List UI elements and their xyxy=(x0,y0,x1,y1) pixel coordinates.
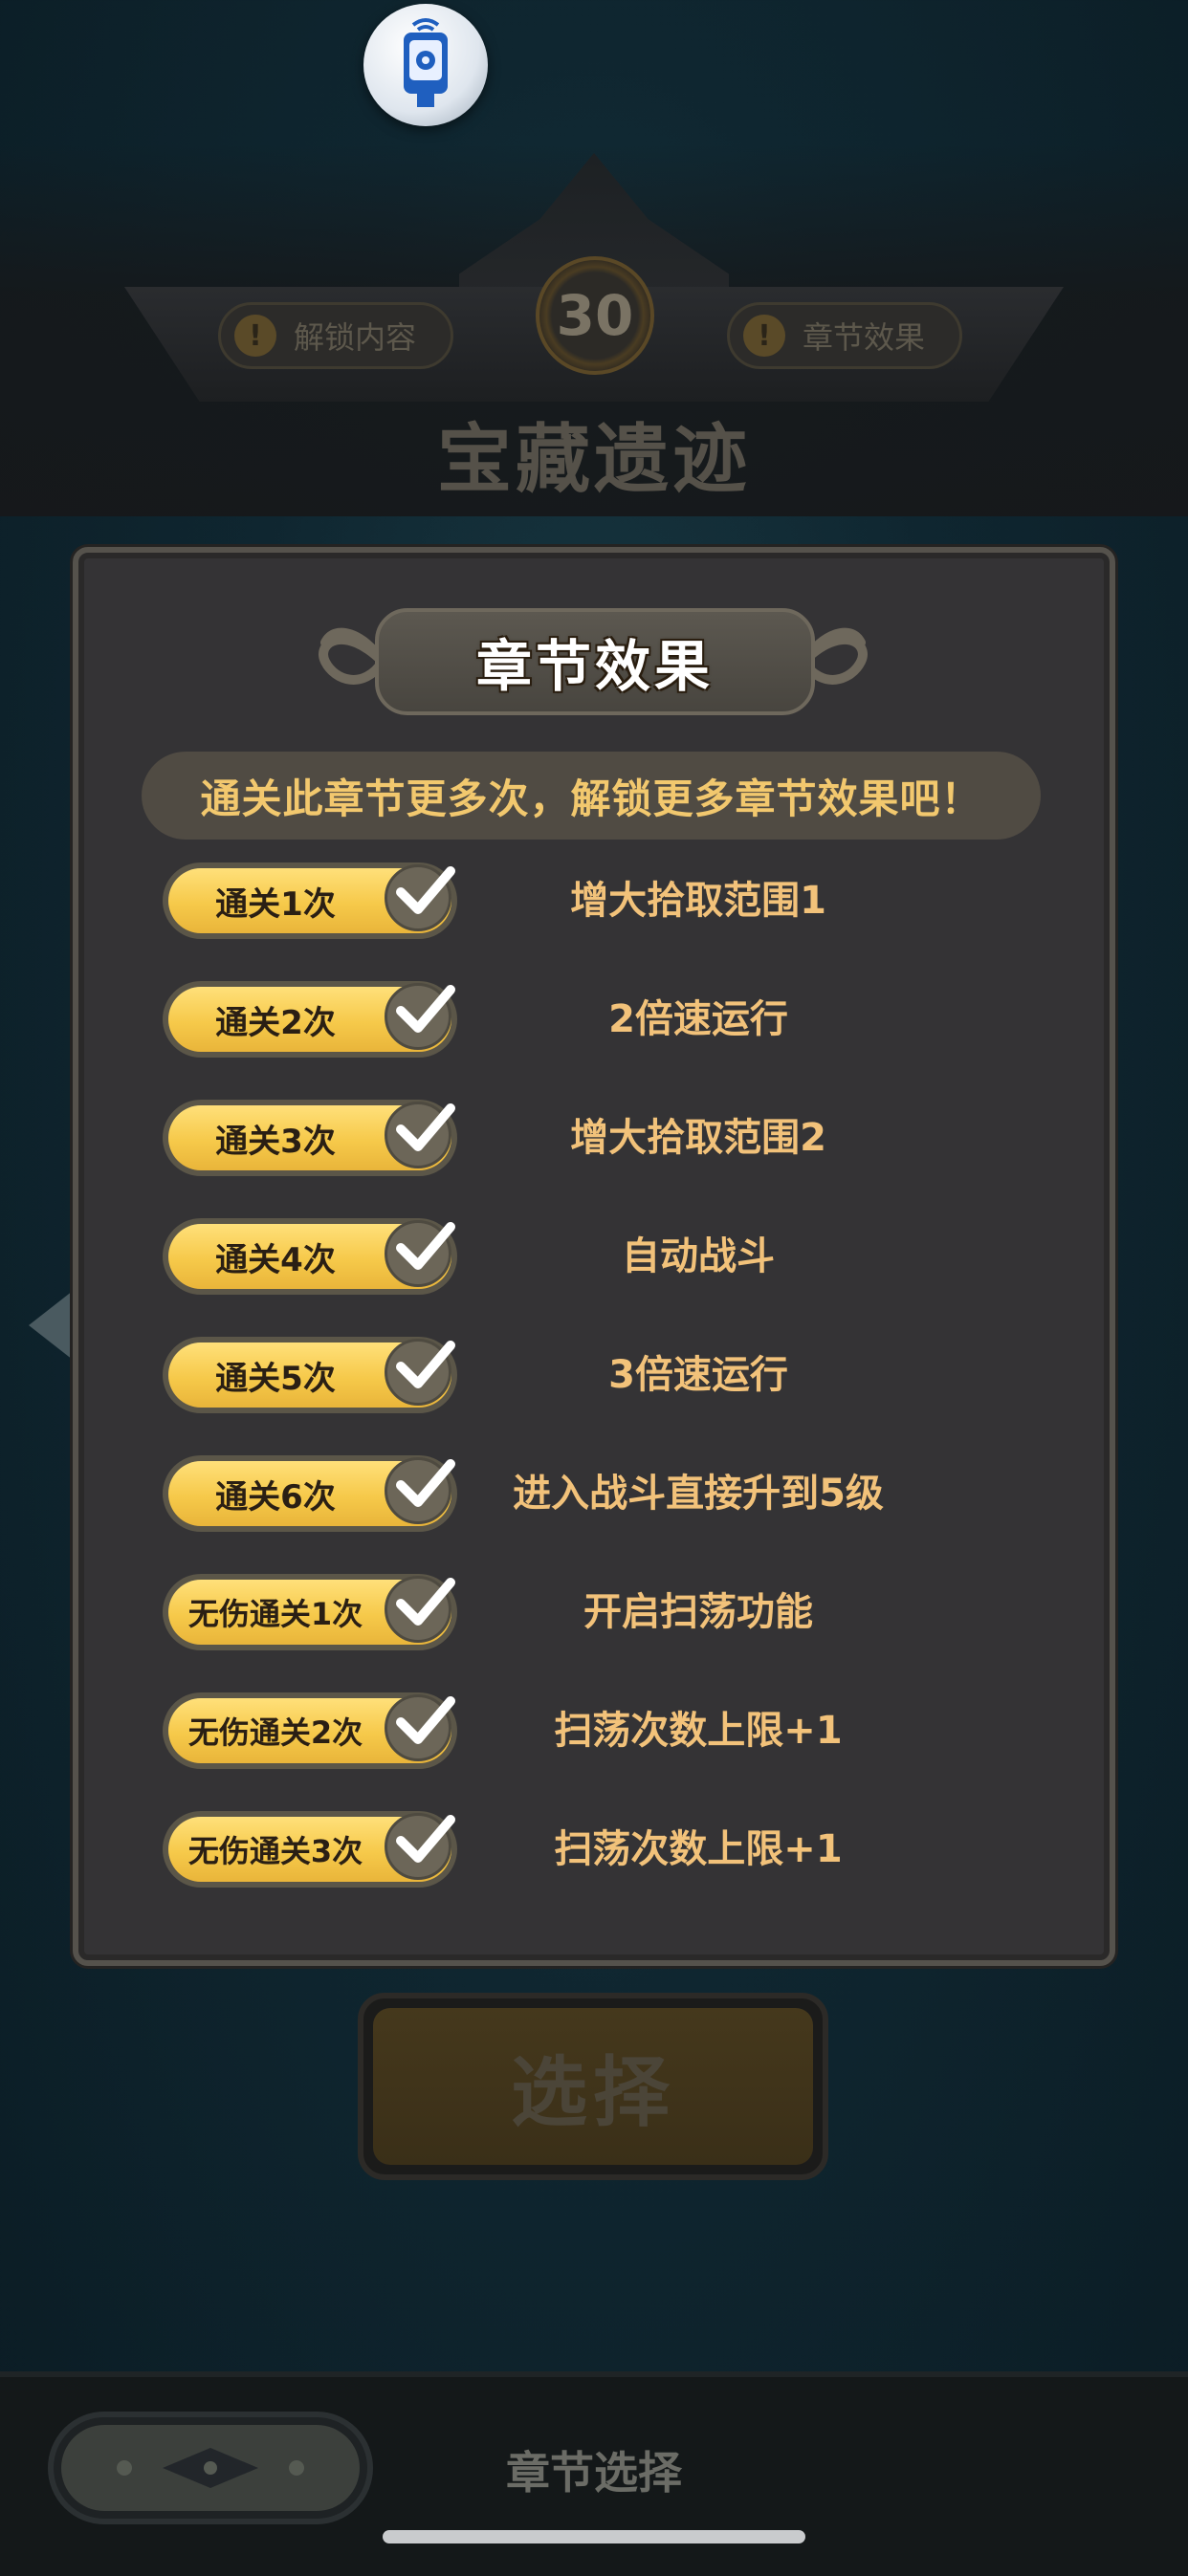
warning-icon: ! xyxy=(743,315,785,357)
checkmark-icon xyxy=(385,1576,455,1643)
checkmark-icon xyxy=(385,1220,455,1287)
chapter-select-label: 章节选择 xyxy=(506,2447,682,2499)
checkmark-icon xyxy=(385,1694,455,1761)
effect-text: 扫荡次数上限+1 xyxy=(554,1709,843,1753)
level-number: 30 xyxy=(556,283,634,348)
requirement-pill: 通关5次 xyxy=(163,1337,457,1413)
requirement-text: 通关2次 xyxy=(215,1003,336,1042)
chapter-effect-label: 章节效果 xyxy=(803,319,926,356)
home-indicator[interactable] xyxy=(383,2530,805,2543)
effect-text: 扫荡次数上限+1 xyxy=(554,1827,843,1871)
effect-row: 通关6次 进入战斗直接升到5级 xyxy=(0,1455,1188,1532)
effect-text: 2倍速运行 xyxy=(608,997,788,1041)
effect-text: 进入战斗直接升到5级 xyxy=(513,1472,884,1516)
requirement-pill: 通关4次 xyxy=(163,1218,457,1295)
effect-text: 3倍速运行 xyxy=(608,1353,788,1397)
effect-row: 通关5次 3倍速运行 xyxy=(0,1337,1188,1413)
chapter-effect-button[interactable]: ! 章节效果 xyxy=(727,302,962,369)
requirement-pill: 通关6次 xyxy=(163,1455,457,1532)
hint-text: 通关此章节更多次，解锁更多章节效果吧！ xyxy=(200,775,982,822)
requirement-pill: 通关3次 xyxy=(163,1100,457,1176)
effect-row: 通关4次 自动战斗 xyxy=(0,1218,1188,1295)
effect-row: 通关2次 2倍速运行 xyxy=(0,981,1188,1058)
unlock-content-label: 解锁内容 xyxy=(294,319,417,356)
effect-row: 无伤通关3次 扫荡次数上限+1 xyxy=(0,1811,1188,1888)
requirement-text: 通关6次 xyxy=(215,1477,336,1517)
checkmark-icon xyxy=(385,864,455,931)
requirement-pill: 通关2次 xyxy=(163,981,457,1058)
requirement-text: 通关4次 xyxy=(215,1240,336,1279)
hint-bar: 通关此章节更多次，解锁更多章节效果吧！ xyxy=(142,752,1041,840)
effect-row: 无伤通关1次 开启扫荡功能 xyxy=(0,1574,1188,1650)
effect-text: 开启扫荡功能 xyxy=(583,1590,813,1634)
panel-title: 章节效果 xyxy=(475,634,714,699)
requirement-text: 通关1次 xyxy=(215,884,336,924)
requirement-text: 通关5次 xyxy=(215,1359,336,1398)
floating-app-icon[interactable] xyxy=(363,4,488,126)
requirement-text: 无伤通关1次 xyxy=(187,1596,363,1632)
select-button[interactable]: 选择 xyxy=(358,1993,828,2180)
requirement-pill: 无伤通关2次 xyxy=(163,1692,457,1769)
requirement-text: 无伤通关3次 xyxy=(187,1833,363,1869)
requirement-text: 无伤通关2次 xyxy=(187,1714,363,1751)
checkmark-icon xyxy=(385,1339,455,1406)
unlock-content-button[interactable]: ! 解锁内容 xyxy=(218,302,453,369)
checkmark-icon xyxy=(385,1102,455,1168)
effect-row: 通关1次 增大拾取范围1 xyxy=(0,862,1188,939)
effect-row: 无伤通关2次 扫荡次数上限+1 xyxy=(0,1692,1188,1769)
checkmark-icon xyxy=(385,983,455,1050)
requirement-pill: 无伤通关3次 xyxy=(163,1811,457,1888)
checkmark-icon xyxy=(385,1457,455,1524)
chapter-name: 宝藏遗迹 xyxy=(436,417,751,503)
effect-text: 自动战斗 xyxy=(622,1234,775,1278)
requirement-text: 通关3次 xyxy=(215,1122,336,1161)
effect-row: 通关3次 增大拾取范围2 xyxy=(0,1100,1188,1176)
phone-device-icon xyxy=(404,18,448,107)
requirement-pill: 通关1次 xyxy=(163,862,457,939)
select-button-label: 选择 xyxy=(511,2048,675,2137)
effect-text: 增大拾取范围2 xyxy=(570,1116,826,1160)
checkmark-icon xyxy=(385,1813,455,1880)
panel-title-plate: 章节效果 xyxy=(375,608,815,715)
level-badge: 30 xyxy=(536,256,654,375)
effect-text: 增大拾取范围1 xyxy=(570,879,826,923)
requirement-pill: 无伤通关1次 xyxy=(163,1574,457,1650)
warning-icon: ! xyxy=(234,315,276,357)
